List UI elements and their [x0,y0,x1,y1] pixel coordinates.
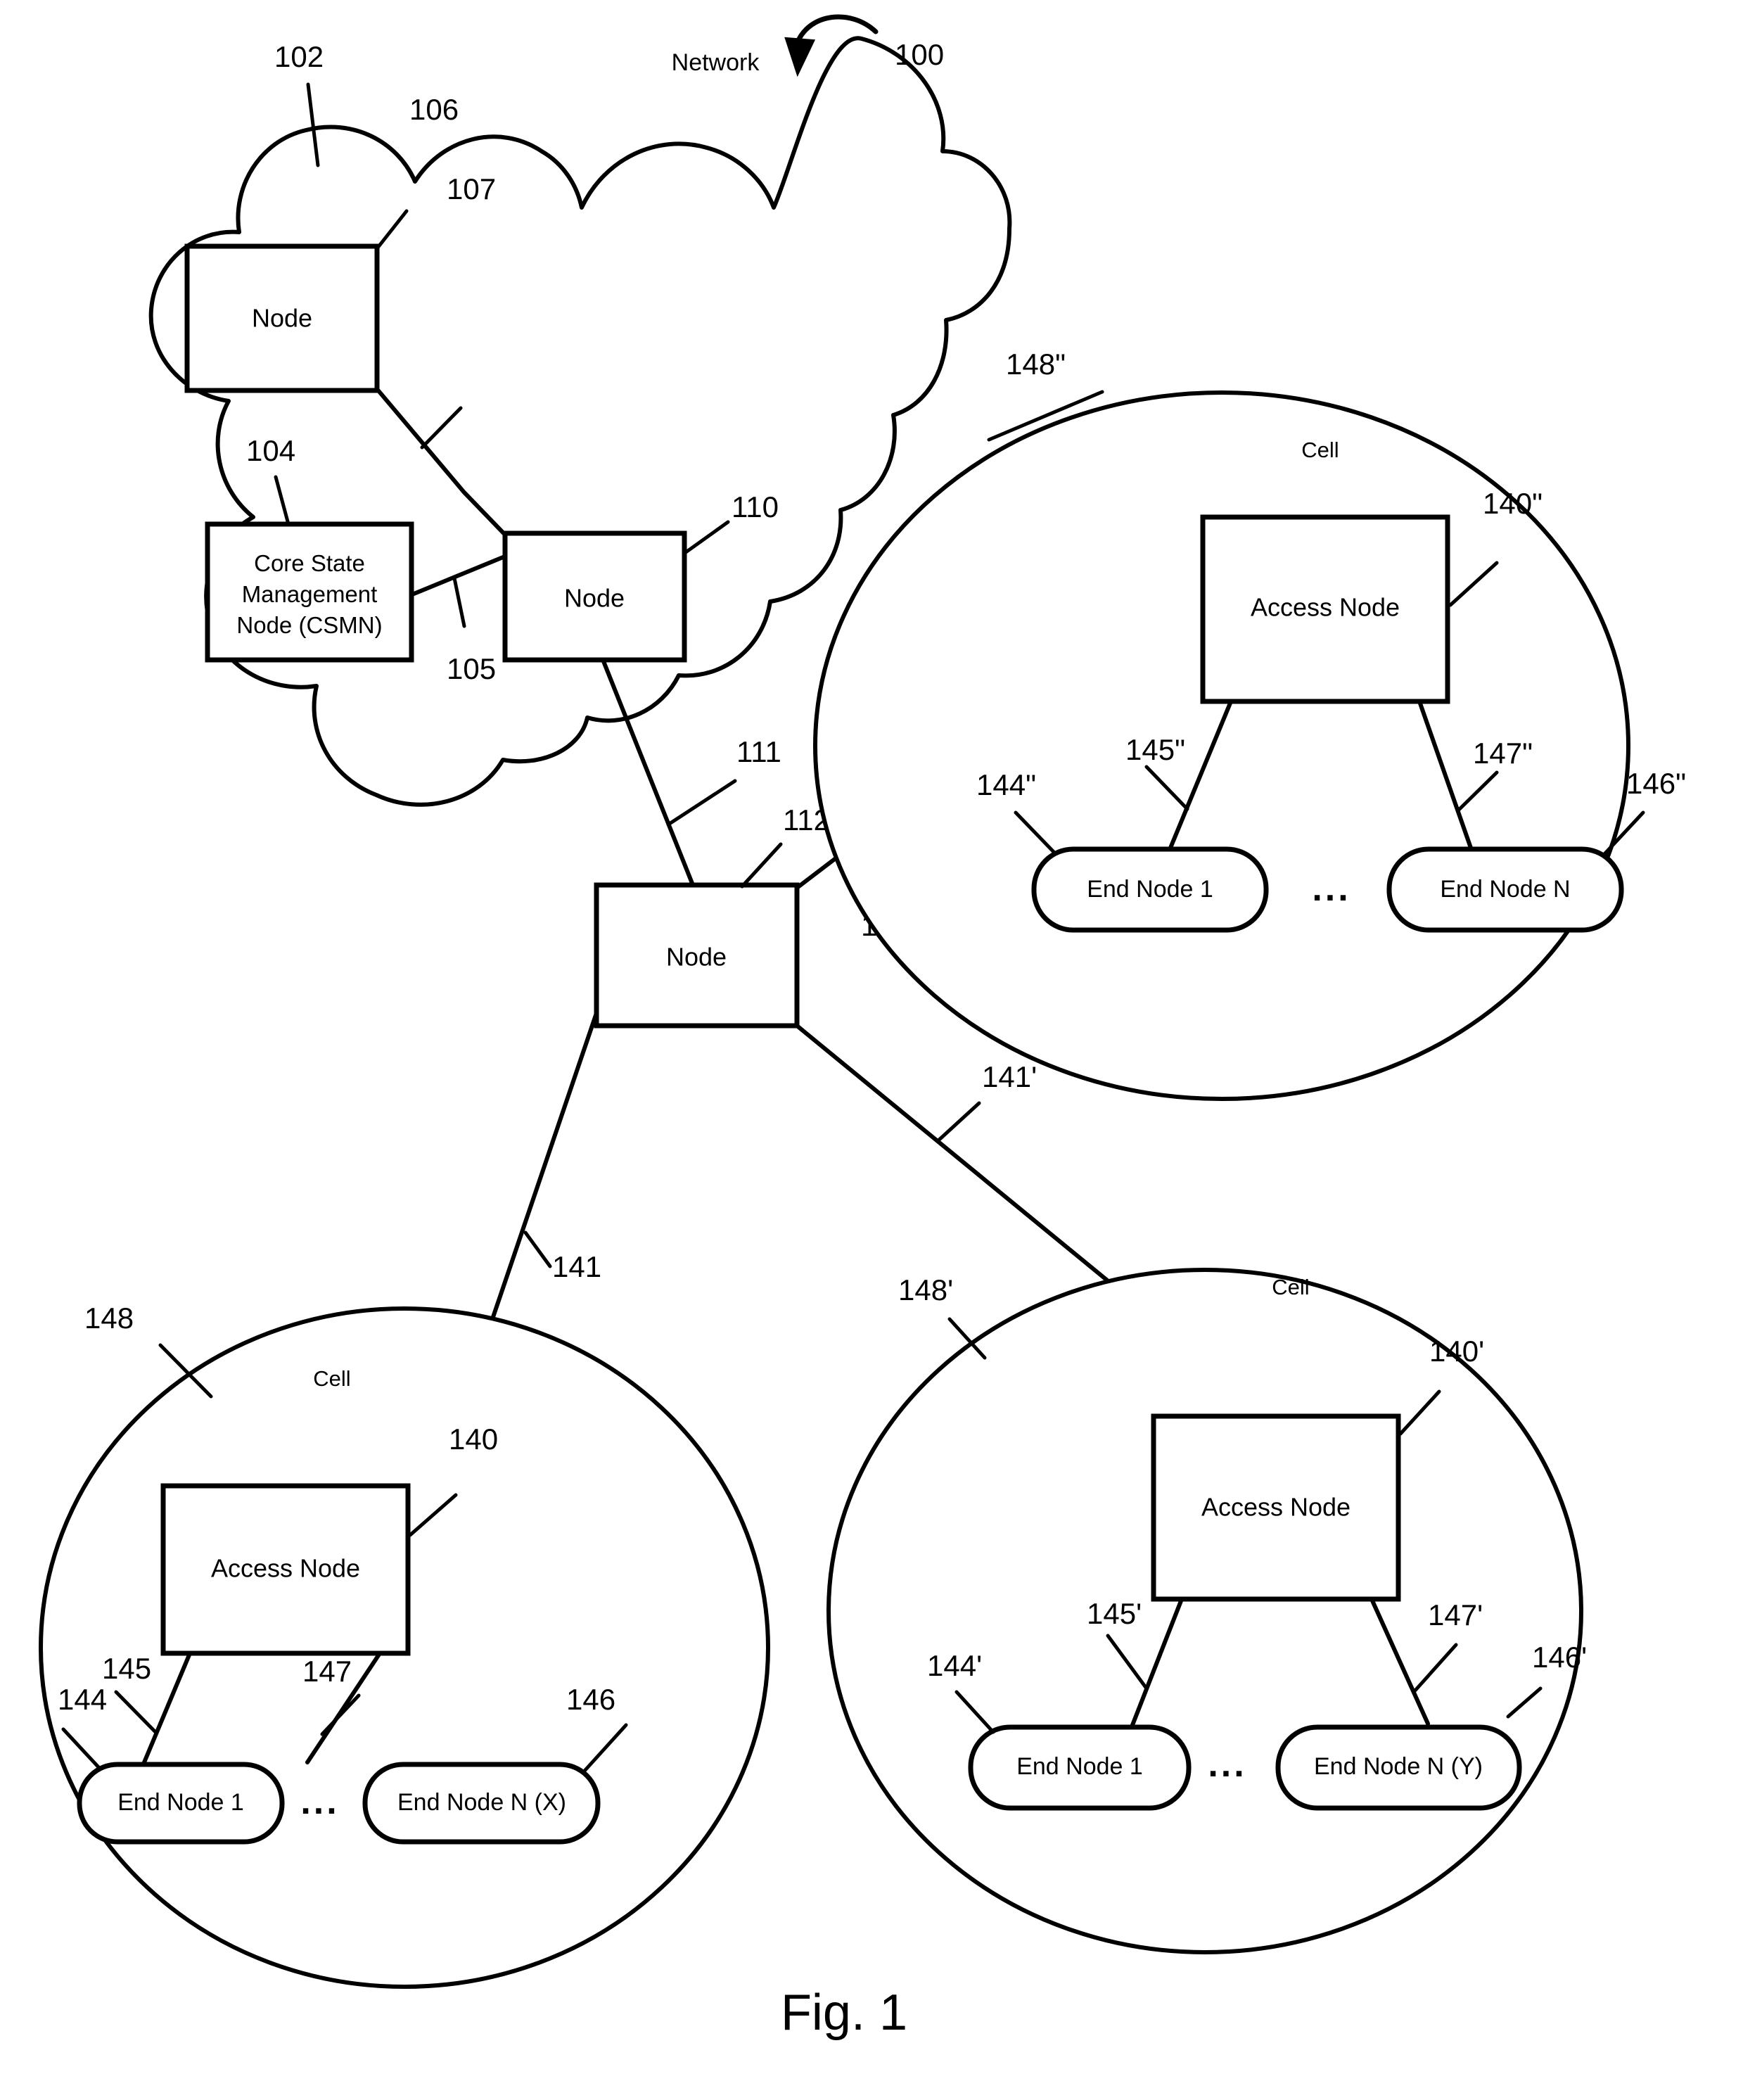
csmn-label-line3: Node (CSMN) [236,612,382,638]
end-node-n-bottom-left-label: End Node N (X) [397,1789,566,1816]
ref-144: 144 [58,1683,107,1716]
system-ref-arrowhead [784,37,816,77]
ref-147: 147 [302,1655,352,1688]
node-112-label: Node [666,943,727,972]
ref-102: 102 [274,40,324,73]
ref-112-leader [740,842,783,889]
ref-141: 141 [552,1250,601,1283]
end-node-n-bottom-right-label: End Node N (Y) [1314,1753,1483,1780]
network-label: Network [672,49,760,76]
end-node-1-bottom-right-label: End Node 1 [1016,1753,1143,1780]
access-node-bottom-right-label: Access Node [1201,1493,1351,1522]
end-node-n-top-right-label: End Node N [1440,876,1570,903]
ref-148-dquote: 148" [1006,348,1066,381]
ref-104: 104 [246,434,295,467]
ref-111-leader [666,779,737,827]
ellipsis-bottom-left: ... [300,1781,339,1822]
ref-147-dquote: 147" [1473,737,1533,770]
ref-146-dquote: 146" [1626,767,1686,800]
figure-caption: Fig. 1 [781,1985,907,2041]
ref-141-leader [523,1230,552,1268]
ref-145-dquote: 145" [1125,733,1185,766]
ref-140-dquote: 140" [1483,487,1543,520]
ref-105: 105 [447,652,496,685]
ref-148-quote: 148' [898,1273,953,1306]
figure-canvas: Network 100 102 Node 106 107 Core State … [39,14,1686,2041]
end-node-1-bottom-left-label: End Node 1 [117,1789,244,1816]
ellipsis-top-right: ... [1312,868,1351,909]
cell-bottom-right-label: Cell [1272,1275,1309,1299]
ellipsis-bottom-right: ... [1208,1744,1246,1785]
patent-figure-page: Network 100 102 Node 106 107 Core State … [0,0,1743,2100]
csmn-label-line1: Core State [254,550,365,576]
node-110-label: Node [564,584,625,613]
ref-145: 145 [102,1652,151,1685]
ref-148: 148 [84,1302,134,1335]
access-node-top-right-label: Access Node [1251,593,1400,622]
ref-106: 106 [409,93,459,126]
access-node-bottom-left-label: Access Node [211,1554,360,1583]
ref-144-dquote: 144" [976,768,1036,801]
end-node-1-top-right-label: End Node 1 [1087,876,1213,903]
ref-141-quote: 141' [982,1060,1037,1093]
ref-144-quote: 144' [927,1649,982,1682]
cell-top-right-label: Cell [1301,438,1339,462]
ref-146-quote: 146' [1532,1641,1587,1674]
ref-140: 140 [449,1423,498,1456]
ref-100: 100 [895,38,944,71]
ref-111: 111 [736,735,781,768]
node-106-label: Node [252,304,312,333]
ref-110: 110 [732,490,779,523]
ref-140-quote: 140' [1429,1335,1484,1368]
cell-bottom-left-label: Cell [313,1366,350,1391]
ref-145-quote: 145' [1087,1597,1142,1630]
ref-147-quote: 147' [1428,1598,1483,1631]
ref-107: 107 [447,172,496,205]
ref-141q-leader [936,1101,981,1143]
csmn-label-line2: Management [242,581,378,607]
ref-146: 146 [566,1683,615,1716]
